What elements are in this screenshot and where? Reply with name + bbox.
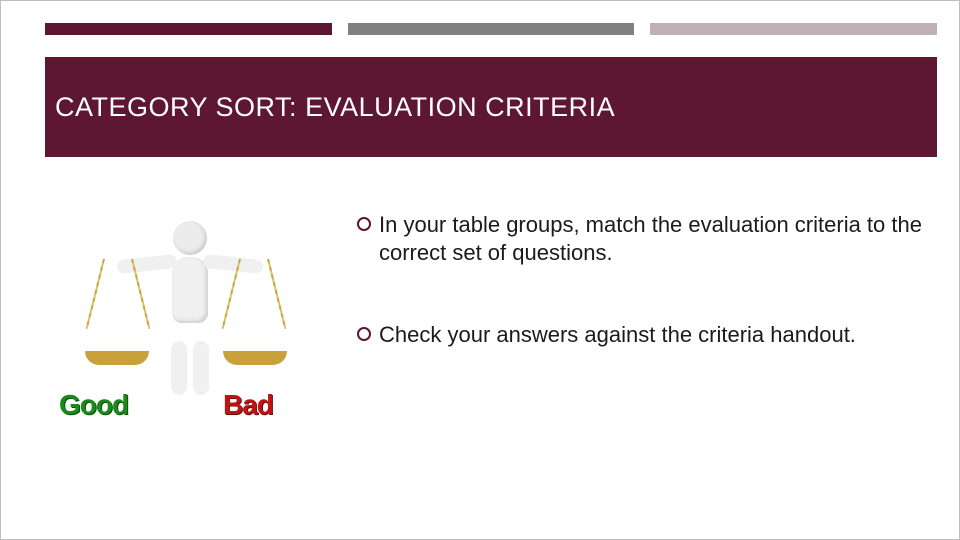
bullet-icon xyxy=(357,217,371,231)
figure-person-icon xyxy=(165,221,215,351)
bullet-text: Check your answers against the criteria … xyxy=(379,321,937,349)
scale-pan-right-icon xyxy=(223,351,287,365)
label-good: Good xyxy=(59,389,128,421)
scale-chain-icon xyxy=(267,259,286,329)
illustration-good-bad-scale: Good Bad xyxy=(45,211,325,421)
bullet-item: In your table groups, match the evaluati… xyxy=(357,211,937,267)
bullet-item: Check your answers against the criteria … xyxy=(357,321,937,349)
accent-segment-middle xyxy=(348,23,635,35)
bullet-text: In your table groups, match the evaluati… xyxy=(379,211,937,267)
slide-body: Good Bad In your table groups, match the… xyxy=(45,211,937,421)
bullet-icon xyxy=(357,327,371,341)
accent-segment-right xyxy=(650,23,937,35)
scale-chain-icon xyxy=(86,259,105,329)
accent-bar xyxy=(45,23,937,35)
bullet-list: In your table groups, match the evaluati… xyxy=(357,211,937,403)
slide: CATEGORY SORT: EVALUATION CRITERIA Good … xyxy=(0,0,960,540)
slide-title: CATEGORY SORT: EVALUATION CRITERIA xyxy=(55,92,615,123)
label-bad: Bad xyxy=(223,389,273,421)
title-band: CATEGORY SORT: EVALUATION CRITERIA xyxy=(45,57,937,157)
accent-segment-left xyxy=(45,23,332,35)
scale-pan-left-icon xyxy=(85,351,149,365)
